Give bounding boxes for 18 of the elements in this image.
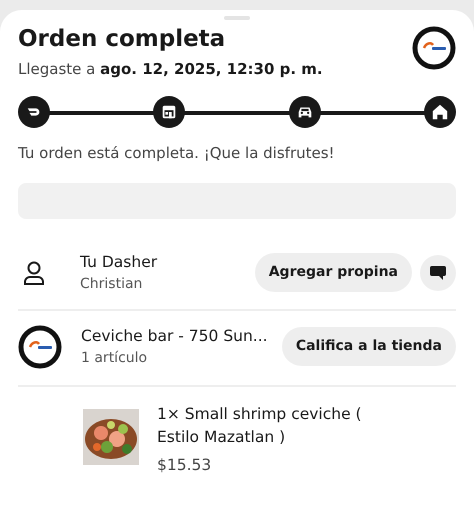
dasher-label: Tu Dasher	[80, 252, 158, 273]
store-name: Ceviche bar - 750 Sun...	[81, 326, 269, 347]
status-message: Tu orden está completa. ¡Que la disfrutes!	[18, 143, 336, 164]
store-icon	[160, 103, 178, 122]
order-title: Orden completa	[18, 26, 226, 54]
item-name: 1× Small shrimp ceviche ( Estilo Mazatlan )	[157, 404, 363, 448]
store-logo-icon	[18, 324, 62, 369]
add-tip-button[interactable]: Agregar propina	[254, 253, 412, 292]
chat-icon	[429, 264, 447, 281]
rate-store-button[interactable]: Califica a la tienda	[282, 327, 456, 366]
store-logo-icon	[412, 26, 456, 70]
item-price: $15.53	[157, 454, 212, 476]
item-count: 1 artículo	[81, 349, 148, 368]
person-icon	[22, 260, 46, 286]
dasher-name: Christian	[80, 274, 144, 294]
chat-button[interactable]	[420, 254, 456, 291]
home-icon	[430, 103, 449, 122]
arrival-time: Llegaste a ago. 12, 2025, 12:30 p. m.	[18, 58, 323, 80]
